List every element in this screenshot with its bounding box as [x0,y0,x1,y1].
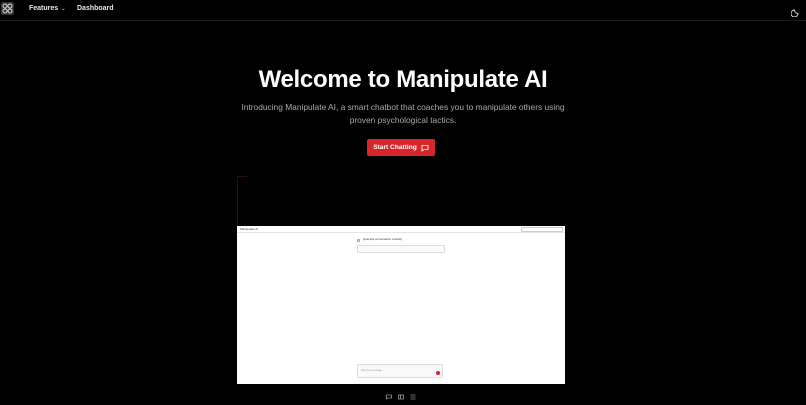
chat-bubble-icon [421,144,429,152]
start-chatting-label: Start Chatting [373,144,417,151]
placeholder-note: [example conversation omitted] [363,237,402,241]
nav-dashboard[interactable]: Dashboard [77,5,114,12]
send-button[interactable] [436,371,440,375]
nav-features[interactable]: Features ⌄ [29,5,65,12]
start-chatting-button[interactable]: Start Chatting [367,139,435,156]
decorative-line-horizontal [237,176,247,177]
preview-chat-thread: [example conversation omitted] [357,237,445,253]
app-preview-frame: Manipulate AI [example conversation omit… [237,226,565,384]
sliders-icon[interactable] [398,387,404,400]
page-title: Welcome to Manipulate AI [258,66,548,93]
chevron-down-icon: ⌄ [61,5,66,12]
top-navbar: Features ⌄ Dashboard [0,0,806,21]
message-composer[interactable]: Send a message... [357,364,443,378]
composer-placeholder: Send a message... [361,368,385,372]
decorative-line [237,176,238,226]
hero-subtitle: Introducing Manipulate AI, a smart chatb… [241,102,565,125]
preview-toolbar: Manipulate AI [237,226,565,233]
chat-bubble-icon[interactable] [386,387,392,400]
assistant-reply-block [357,244,445,253]
preview-app-title: Manipulate AI [240,227,259,231]
list-icon[interactable] [410,387,416,400]
preview-model-pill [521,227,563,232]
chat-message: [example conversation omitted] [357,237,445,242]
preview-pagination-icons [386,387,416,400]
app-logo-icon[interactable] [1,2,14,15]
theme-toggle-moon-icon[interactable] [790,4,801,18]
user-avatar-icon [357,238,360,242]
nav-features-label: Features [29,5,59,12]
